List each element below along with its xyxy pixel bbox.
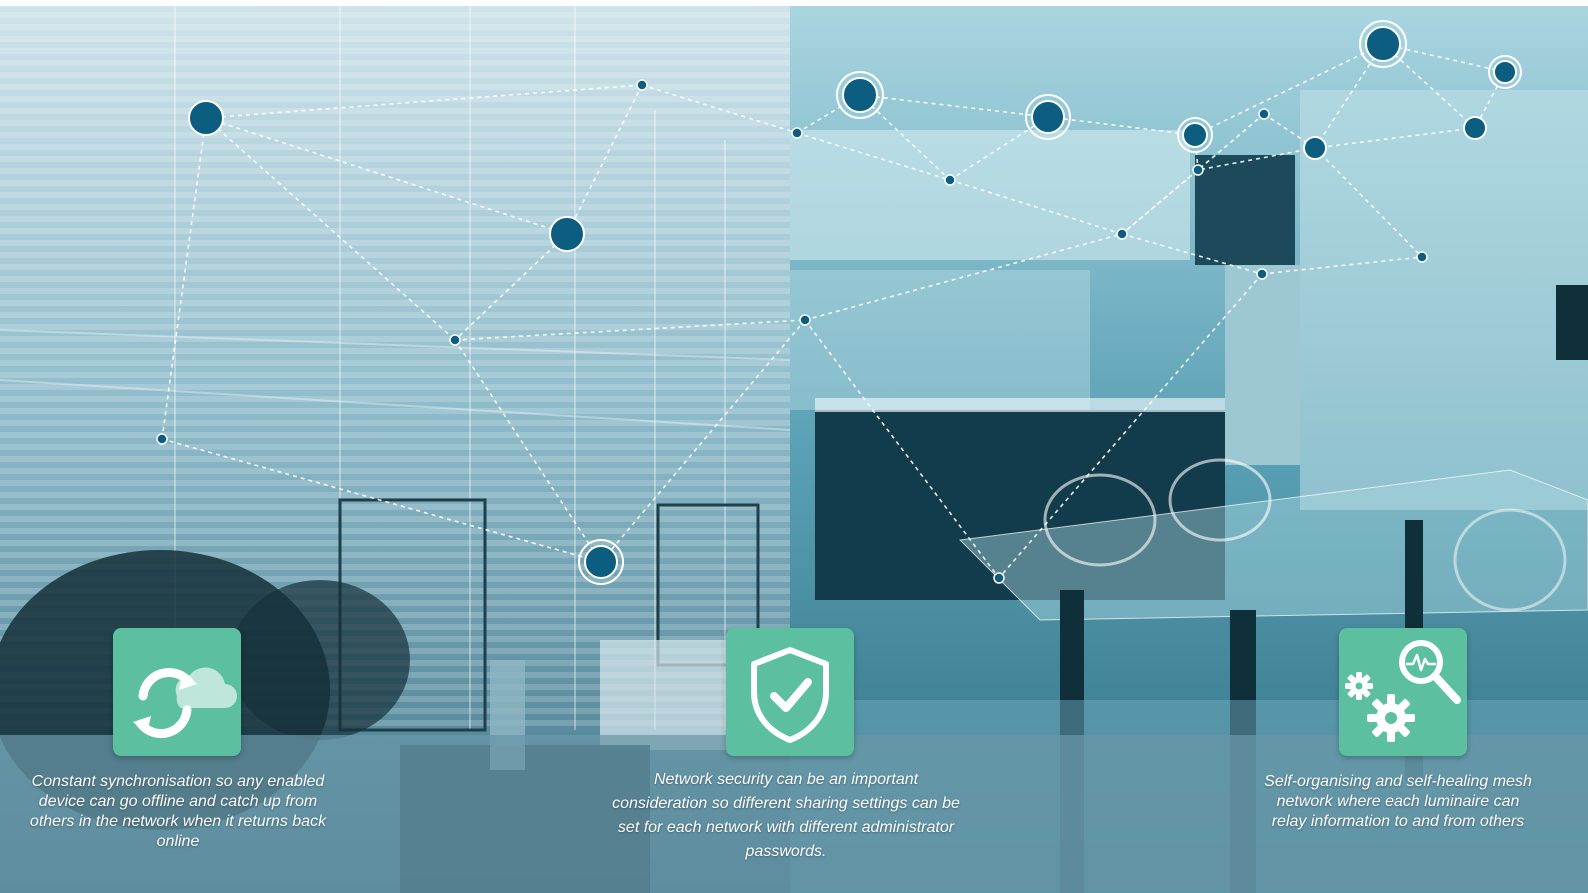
self-healing-card xyxy=(1339,628,1467,756)
feature-caption-sync: Constant synchronisation so any enabled … xyxy=(29,773,327,850)
security-card xyxy=(726,628,854,756)
mesh-network-scene xyxy=(0,6,1588,893)
shield-check-icon xyxy=(751,647,829,743)
feature-caption-mesh: Self-organising and self-healing mesh ne… xyxy=(1264,773,1532,830)
feature-caption-security: Network security can be an important con… xyxy=(612,771,960,860)
cloud-sync-card xyxy=(113,628,241,756)
cloud-sync-icon xyxy=(133,667,237,738)
gears-magnifier-icon xyxy=(1345,640,1461,742)
